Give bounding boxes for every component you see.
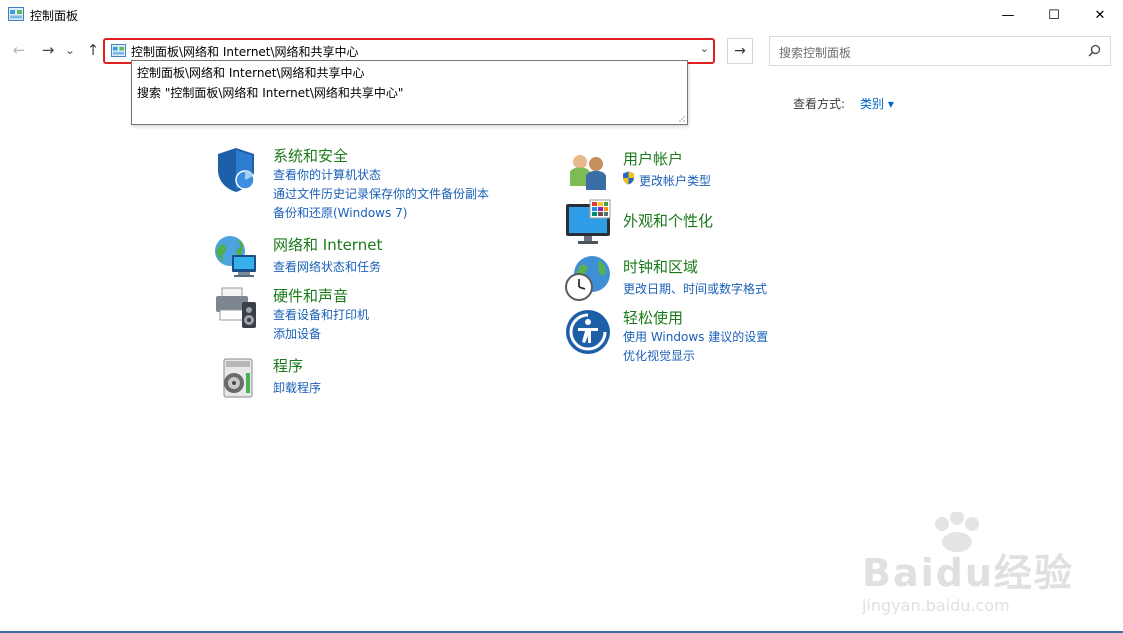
ease-of-access-icon[interactable] [564, 308, 612, 356]
link-devices-printers[interactable]: 查看设备和打印机 [273, 306, 369, 323]
autocomplete-item[interactable]: 控制面板\网络和 Internet\网络和共享中心 [137, 64, 365, 81]
address-autocomplete-list: 控制面板\网络和 Internet\网络和共享中心 搜索 "控制面板\网络和 I… [131, 60, 688, 125]
title-bar: 控制面板 — ☐ ✕ [0, 0, 1123, 30]
back-button[interactable]: ← [9, 40, 29, 60]
link-view-computer-status[interactable]: 查看你的计算机状态 [273, 166, 381, 183]
view-by-label: 查看方式: [793, 97, 846, 111]
resize-grip-icon[interactable] [677, 114, 685, 122]
category-title-ease-access[interactable]: 轻松使用 [623, 307, 683, 328]
link-file-history[interactable]: 通过文件历史记录保存你的文件备份副本 [273, 185, 489, 202]
category-title-hardware[interactable]: 硬件和声音 [273, 285, 348, 306]
baidu-watermark: Baidu经验 jingyan.baidu.com [862, 512, 1072, 632]
category-title-user-accounts[interactable]: 用户帐户 [623, 148, 683, 169]
maximize-button[interactable]: ☐ [1031, 0, 1077, 30]
watermark-text: Baidu经验 [862, 551, 1074, 595]
category-title-programs[interactable]: 程序 [273, 355, 303, 376]
search-box[interactable]: 搜索控制面板 [769, 36, 1111, 66]
category-title-system-security[interactable]: 系统和安全 [273, 145, 348, 166]
address-input[interactable]: 控制面板\网络和 Internet\网络和共享中心 [131, 43, 359, 60]
link-add-device[interactable]: 添加设备 [273, 325, 321, 342]
control-panel-icon [111, 44, 126, 57]
go-button[interactable]: → [727, 38, 753, 64]
uac-shield-icon [623, 171, 634, 185]
printer-speaker-icon[interactable] [212, 284, 260, 332]
view-by-dropdown[interactable]: 类别 ▾ [860, 95, 894, 112]
control-panel-icon [8, 7, 24, 21]
shield-icon[interactable] [212, 146, 260, 194]
watermark-url: jingyan.baidu.com [862, 596, 1010, 615]
search-input[interactable]: 搜索控制面板 [779, 44, 851, 61]
category-title-appearance[interactable]: 外观和个性化 [623, 210, 713, 231]
programs-icon[interactable] [212, 353, 260, 401]
network-globe-icon[interactable] [212, 233, 260, 281]
close-button[interactable]: ✕ [1077, 0, 1123, 30]
user-accounts-icon[interactable] [564, 148, 612, 196]
minimize-button[interactable]: — [985, 0, 1031, 30]
link-network-status[interactable]: 查看网络状态和任务 [273, 258, 381, 275]
window-title: 控制面板 [30, 9, 79, 23]
search-icon[interactable] [1088, 44, 1101, 57]
category-title-clock-region[interactable]: 时钟和区域 [623, 256, 698, 277]
up-button[interactable]: ↑ [83, 40, 103, 60]
category-title-network[interactable]: 网络和 Internet [273, 234, 382, 255]
clock-globe-icon[interactable] [564, 254, 612, 302]
monitor-personalize-icon[interactable] [564, 198, 612, 246]
link-optimize-display[interactable]: 优化视觉显示 [623, 347, 695, 364]
link-change-date-time[interactable]: 更改日期、时间或数字格式 [623, 280, 767, 297]
forward-button[interactable]: → [38, 40, 58, 60]
link-backup-restore[interactable]: 备份和还原(Windows 7) [273, 204, 407, 221]
link-uninstall-program[interactable]: 卸载程序 [273, 379, 321, 396]
link-recommended-settings[interactable]: 使用 Windows 建议的设置 [623, 328, 768, 345]
autocomplete-item[interactable]: 搜索 "控制面板\网络和 Internet\网络和共享中心" [137, 84, 403, 101]
link-change-account-type[interactable]: 更改帐户类型 [639, 172, 711, 189]
address-dropdown-icon[interactable]: ⌄ [700, 42, 709, 55]
recent-locations-button[interactable]: ⌄ [63, 40, 77, 60]
